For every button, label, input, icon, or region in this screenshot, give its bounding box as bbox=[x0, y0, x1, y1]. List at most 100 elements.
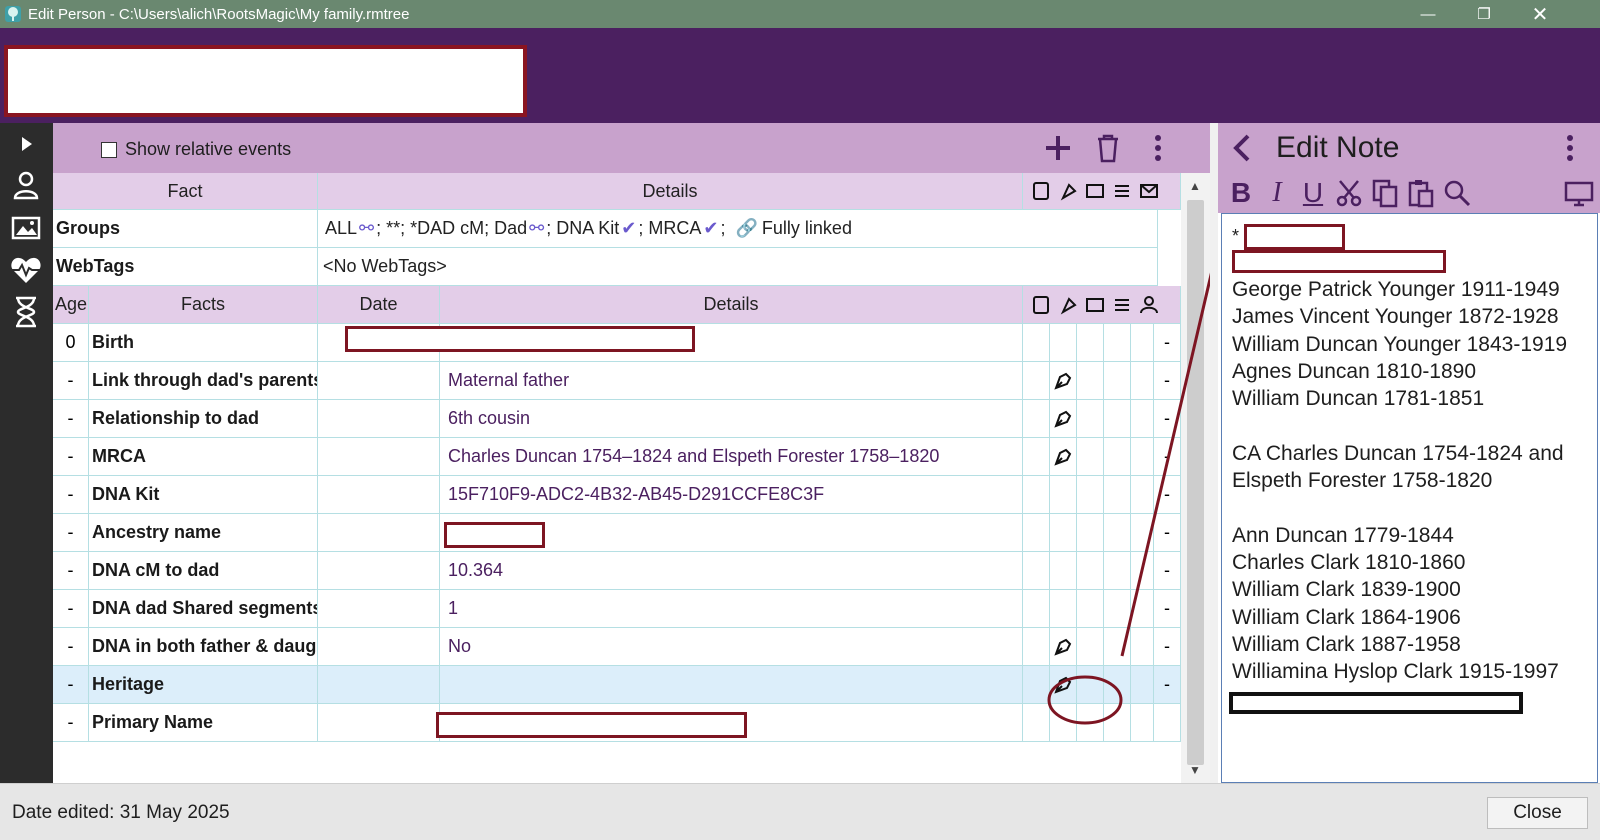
copy-icon[interactable] bbox=[1370, 178, 1400, 208]
trash-icon[interactable] bbox=[1091, 131, 1125, 165]
expand-icon[interactable] bbox=[9, 127, 43, 161]
timeline-hourglass-icon[interactable] bbox=[9, 295, 43, 329]
close-button[interactable]: Close bbox=[1487, 797, 1588, 829]
flag-cell[interactable] bbox=[1131, 666, 1154, 704]
flag-cell[interactable] bbox=[1104, 438, 1131, 476]
more-options-icon[interactable] bbox=[1141, 131, 1175, 165]
flag-cell[interactable] bbox=[1131, 476, 1154, 514]
flag-cell[interactable] bbox=[1050, 476, 1077, 514]
fact-name-cell[interactable]: Primary Name bbox=[89, 704, 318, 742]
bold-button[interactable]: B bbox=[1226, 177, 1256, 208]
age-cell[interactable]: - bbox=[53, 590, 89, 628]
date-cell[interactable] bbox=[318, 476, 440, 514]
date-column-header[interactable]: Date bbox=[318, 286, 440, 324]
date-cell[interactable] bbox=[318, 704, 440, 742]
date-cell[interactable] bbox=[318, 514, 440, 552]
fact-details-cell[interactable]: Charles Duncan 1754–1824 and Elspeth For… bbox=[440, 438, 1023, 476]
date-cell[interactable] bbox=[318, 590, 440, 628]
flag-cell[interactable] bbox=[1131, 438, 1154, 476]
flag-cell[interactable] bbox=[1131, 628, 1154, 666]
flag-cell[interactable] bbox=[1023, 590, 1050, 628]
flag-cell[interactable] bbox=[1077, 514, 1104, 552]
age-column-header[interactable]: Age bbox=[53, 286, 89, 324]
fact-name-cell[interactable]: Heritage bbox=[89, 666, 318, 704]
flag-cell[interactable] bbox=[1077, 438, 1104, 476]
flag-cell[interactable] bbox=[1023, 324, 1050, 362]
age-cell[interactable]: - bbox=[53, 666, 89, 704]
fact-details-column-header[interactable]: Details bbox=[440, 286, 1023, 324]
flag-cell[interactable] bbox=[1077, 324, 1104, 362]
fact-details-cell[interactable]: 1 bbox=[440, 590, 1023, 628]
age-cell[interactable]: - bbox=[53, 628, 89, 666]
fact-details-cell[interactable] bbox=[440, 666, 1023, 704]
flag-cell[interactable] bbox=[1050, 362, 1077, 400]
flag-cell[interactable] bbox=[1104, 590, 1131, 628]
scroll-up-icon[interactable]: ▲ bbox=[1189, 179, 1201, 193]
scroll-down-icon[interactable]: ▼ bbox=[1189, 763, 1201, 777]
fact-name-cell[interactable]: DNA dad Shared segments bbox=[89, 590, 318, 628]
flag-cell[interactable] bbox=[1131, 400, 1154, 438]
fact-column-header[interactable]: Fact bbox=[53, 173, 318, 210]
flag-cell[interactable] bbox=[1104, 666, 1131, 704]
fact-name-cell[interactable]: DNA Kit bbox=[89, 476, 318, 514]
flag-cell[interactable] bbox=[1050, 628, 1077, 666]
flag-cell[interactable] bbox=[1077, 590, 1104, 628]
flag-cell[interactable] bbox=[1023, 362, 1050, 400]
age-cell[interactable]: 0 bbox=[53, 324, 89, 362]
citation-pen-icon[interactable] bbox=[1053, 447, 1073, 467]
fact-name-cell[interactable]: Relationship to dad bbox=[89, 400, 318, 438]
flag-cell[interactable] bbox=[1077, 400, 1104, 438]
citation-pen-icon[interactable] bbox=[1053, 637, 1073, 657]
person-icon[interactable] bbox=[9, 168, 43, 202]
note-more-options-icon[interactable] bbox=[1560, 131, 1580, 165]
fact-name-cell[interactable]: Link through dad's parents bbox=[89, 362, 318, 400]
italic-button[interactable]: I bbox=[1262, 177, 1292, 208]
flag-cell[interactable] bbox=[1050, 324, 1077, 362]
citation-pen-icon[interactable] bbox=[1053, 675, 1073, 695]
close-window-button[interactable]: ✕ bbox=[1512, 0, 1568, 28]
search-icon[interactable] bbox=[1442, 178, 1472, 208]
underline-button[interactable]: U bbox=[1298, 177, 1328, 208]
age-cell[interactable]: - bbox=[53, 476, 89, 514]
maximize-button[interactable]: ❐ bbox=[1456, 0, 1512, 28]
add-icon[interactable] bbox=[1041, 131, 1075, 165]
fact-details-cell[interactable]: 10.364 bbox=[440, 552, 1023, 590]
flag-cell[interactable] bbox=[1077, 362, 1104, 400]
flag-cell[interactable] bbox=[1023, 552, 1050, 590]
checkbox-box[interactable] bbox=[101, 141, 117, 158]
flag-cell[interactable] bbox=[1050, 400, 1077, 438]
panel-splitter[interactable] bbox=[1210, 123, 1218, 783]
fact-details-cell[interactable]: No bbox=[440, 628, 1023, 666]
flag-cell[interactable] bbox=[1050, 514, 1077, 552]
flag-cell[interactable] bbox=[1131, 362, 1154, 400]
age-cell[interactable]: - bbox=[53, 552, 89, 590]
flag-cell[interactable] bbox=[1050, 666, 1077, 704]
age-cell[interactable]: - bbox=[53, 514, 89, 552]
flag-cell[interactable] bbox=[1104, 400, 1131, 438]
flag-cell[interactable] bbox=[1023, 476, 1050, 514]
details-column-header[interactable]: Details bbox=[318, 173, 1023, 210]
groups-details[interactable]: ALL ⚯ ; **; *DAD cM; Dad ⚯ ; DNA Kit ✔ ;… bbox=[318, 210, 1158, 248]
fact-details-cell[interactable]: Maternal father bbox=[440, 362, 1023, 400]
flag-cell[interactable] bbox=[1077, 704, 1104, 742]
citation-pen-icon[interactable] bbox=[1053, 409, 1073, 429]
flag-cell[interactable] bbox=[1104, 514, 1131, 552]
fact-name-cell[interactable]: MRCA bbox=[89, 438, 318, 476]
flag-cell[interactable] bbox=[1023, 438, 1050, 476]
flag-cell[interactable] bbox=[1104, 362, 1131, 400]
flag-cell[interactable] bbox=[1077, 552, 1104, 590]
fact-details-cell[interactable]: 6th cousin bbox=[440, 400, 1023, 438]
flag-cell[interactable] bbox=[1131, 704, 1154, 742]
flag-cell[interactable] bbox=[1023, 400, 1050, 438]
fact-name-cell[interactable]: Birth bbox=[89, 324, 318, 362]
show-relative-events-checkbox[interactable]: Show relative events bbox=[101, 139, 291, 160]
webtags-details[interactable]: <No WebTags> bbox=[318, 248, 1158, 286]
date-cell[interactable] bbox=[318, 362, 440, 400]
flag-cell[interactable] bbox=[1023, 704, 1050, 742]
flag-cell[interactable] bbox=[1131, 552, 1154, 590]
flag-cell[interactable] bbox=[1050, 552, 1077, 590]
cut-scissors-icon[interactable] bbox=[1334, 178, 1364, 208]
age-cell[interactable]: - bbox=[53, 704, 89, 742]
minimize-button[interactable]: — bbox=[1400, 0, 1456, 28]
flag-cell[interactable] bbox=[1050, 590, 1077, 628]
